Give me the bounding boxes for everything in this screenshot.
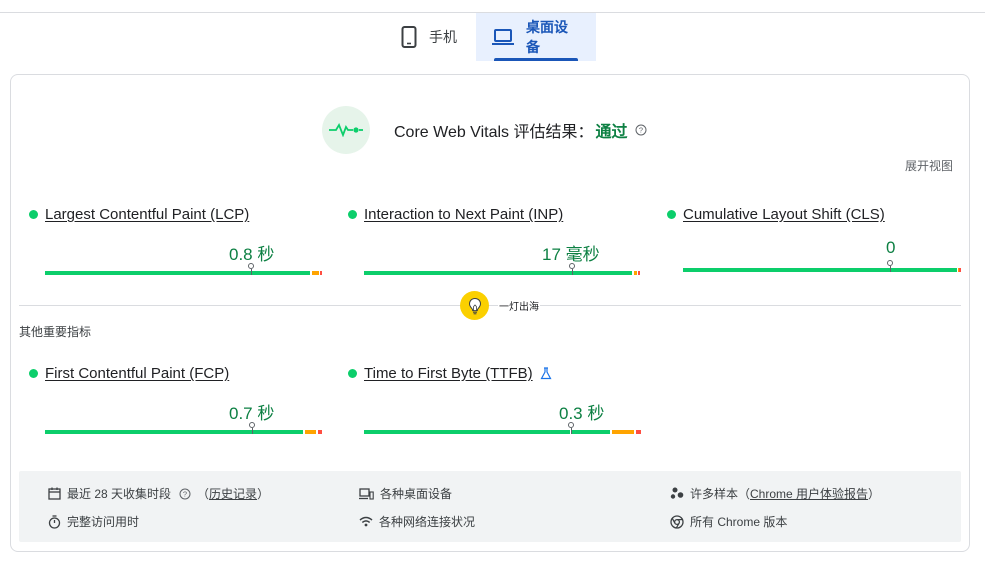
metric-inp-distribution-bar [364, 263, 641, 275]
metric-fcp-distribution-bar [45, 422, 322, 434]
metric-fcp-name[interactable]: First Contentful Paint (FCP) [45, 365, 229, 382]
tab-desktop[interactable]: 桌面设备 [476, 13, 596, 61]
info-duration-text: 完整访问用时 [67, 515, 140, 529]
data-source-info-panel: 最近 28 天收集时段 ? （历史记录） 完整访问用时 各种桌面设备 各种网络连… [19, 471, 961, 542]
expand-view-link[interactable]: 展开视图 [905, 157, 953, 174]
help-icon[interactable]: ? [635, 124, 647, 136]
status-dot-good [29, 369, 38, 378]
lightbulb-icon [460, 291, 489, 320]
cwv-status: 通过 [595, 124, 628, 141]
metric-inp: Interaction to Next Paint (INP) 17 毫秒 [348, 206, 640, 275]
crux-report-link[interactable]: Chrome 用户体验报告 [750, 485, 868, 502]
laptop-icon [492, 28, 514, 46]
tab-mobile[interactable]: 手机 [388, 13, 476, 61]
info-network: 各种网络连接状况 [359, 513, 475, 530]
status-dot-good [348, 369, 357, 378]
metric-inp-marker [569, 263, 575, 275]
wifi-icon [359, 516, 373, 527]
info-samples-suffix: ） [868, 487, 881, 501]
vitals-pulse-icon [322, 106, 370, 154]
status-dot-good [29, 210, 38, 219]
cwv-card: Core Web Vitals 评估结果： 通过 ? 展开视图 Largest … [10, 74, 970, 552]
watermark-text: 一灯出海 [498, 298, 540, 313]
info-devices-text: 各种桌面设备 [380, 487, 453, 501]
history-close-paren: ） [257, 487, 270, 501]
metric-cls-name[interactable]: Cumulative Layout Shift (CLS) [683, 206, 885, 223]
device-tabs: 手机 桌面设备 [388, 13, 596, 61]
info-collection-period: 最近 28 天收集时段 ? （历史记录） [48, 485, 269, 502]
stopwatch-icon [48, 514, 61, 529]
metric-ttfb-name[interactable]: Time to First Byte (TTFB) [364, 365, 533, 382]
metric-ttfb-value: 0.3 秒 [559, 404, 605, 423]
help-icon[interactable]: ? [179, 488, 191, 500]
info-samples: 许多样本（ Chrome 用户体验报告） [670, 485, 880, 502]
metric-fcp-marker [249, 422, 255, 434]
metric-cls-value: 0 [886, 238, 896, 257]
metric-lcp: Largest Contentful Paint (LCP) 0.8 秒 [29, 206, 322, 275]
history-link[interactable]: 历史记录 [209, 485, 257, 502]
info-devices: 各种桌面设备 [359, 485, 452, 502]
info-samples-prefix: 许多样本（ [690, 487, 751, 501]
samples-icon [670, 487, 684, 500]
status-dot-good [348, 210, 357, 219]
devices-icon [359, 487, 374, 500]
svg-text:?: ? [639, 126, 643, 135]
info-network-text: 各种网络连接状况 [379, 515, 476, 529]
cwv-header: Core Web Vitals 评估结果： 通过 ? [322, 106, 647, 154]
metric-lcp-value: 0.8 秒 [229, 245, 275, 264]
metric-cls-marker [887, 260, 893, 272]
tab-mobile-label: 手机 [429, 29, 457, 45]
svg-text:?: ? [183, 489, 187, 498]
info-chrome-text: 所有 Chrome 版本 [690, 515, 788, 529]
info-full-visit-duration: 完整访问用时 [48, 513, 139, 530]
metric-ttfb-distribution-bar [364, 422, 641, 434]
calendar-icon [48, 487, 61, 500]
info-period-text: 最近 28 天收集时段 [67, 487, 172, 501]
metric-ttfb: Time to First Byte (TTFB) 0.3 秒 [348, 365, 641, 434]
metric-lcp-marker [248, 263, 254, 275]
chrome-icon [670, 514, 684, 529]
history-open-paren: （ [197, 487, 210, 501]
metric-lcp-name[interactable]: Largest Contentful Paint (LCP) [45, 206, 249, 223]
metric-inp-value: 17 毫秒 [542, 245, 600, 264]
metric-cls: Cumulative Layout Shift (CLS) 0 [667, 206, 961, 272]
flask-icon[interactable] [540, 367, 552, 380]
watermark-overlay: 一灯出海 [460, 291, 540, 320]
metric-fcp: First Contentful Paint (FCP) 0.7 秒 [29, 365, 322, 434]
metric-cls-distribution-bar [683, 260, 961, 272]
status-dot-good [667, 210, 676, 219]
smartphone-icon [401, 26, 417, 48]
metric-lcp-distribution-bar [45, 263, 322, 275]
metric-inp-name[interactable]: Interaction to Next Paint (INP) [364, 206, 563, 223]
info-chrome-versions: 所有 Chrome 版本 [670, 513, 787, 530]
metric-fcp-value: 0.7 秒 [229, 404, 275, 423]
metric-ttfb-marker [568, 422, 574, 434]
tab-desktop-label: 桌面设备 [526, 19, 568, 55]
cwv-title: Core Web Vitals 评估结果： [394, 124, 594, 141]
other-metrics-heading: 其他重要指标 [19, 325, 92, 339]
